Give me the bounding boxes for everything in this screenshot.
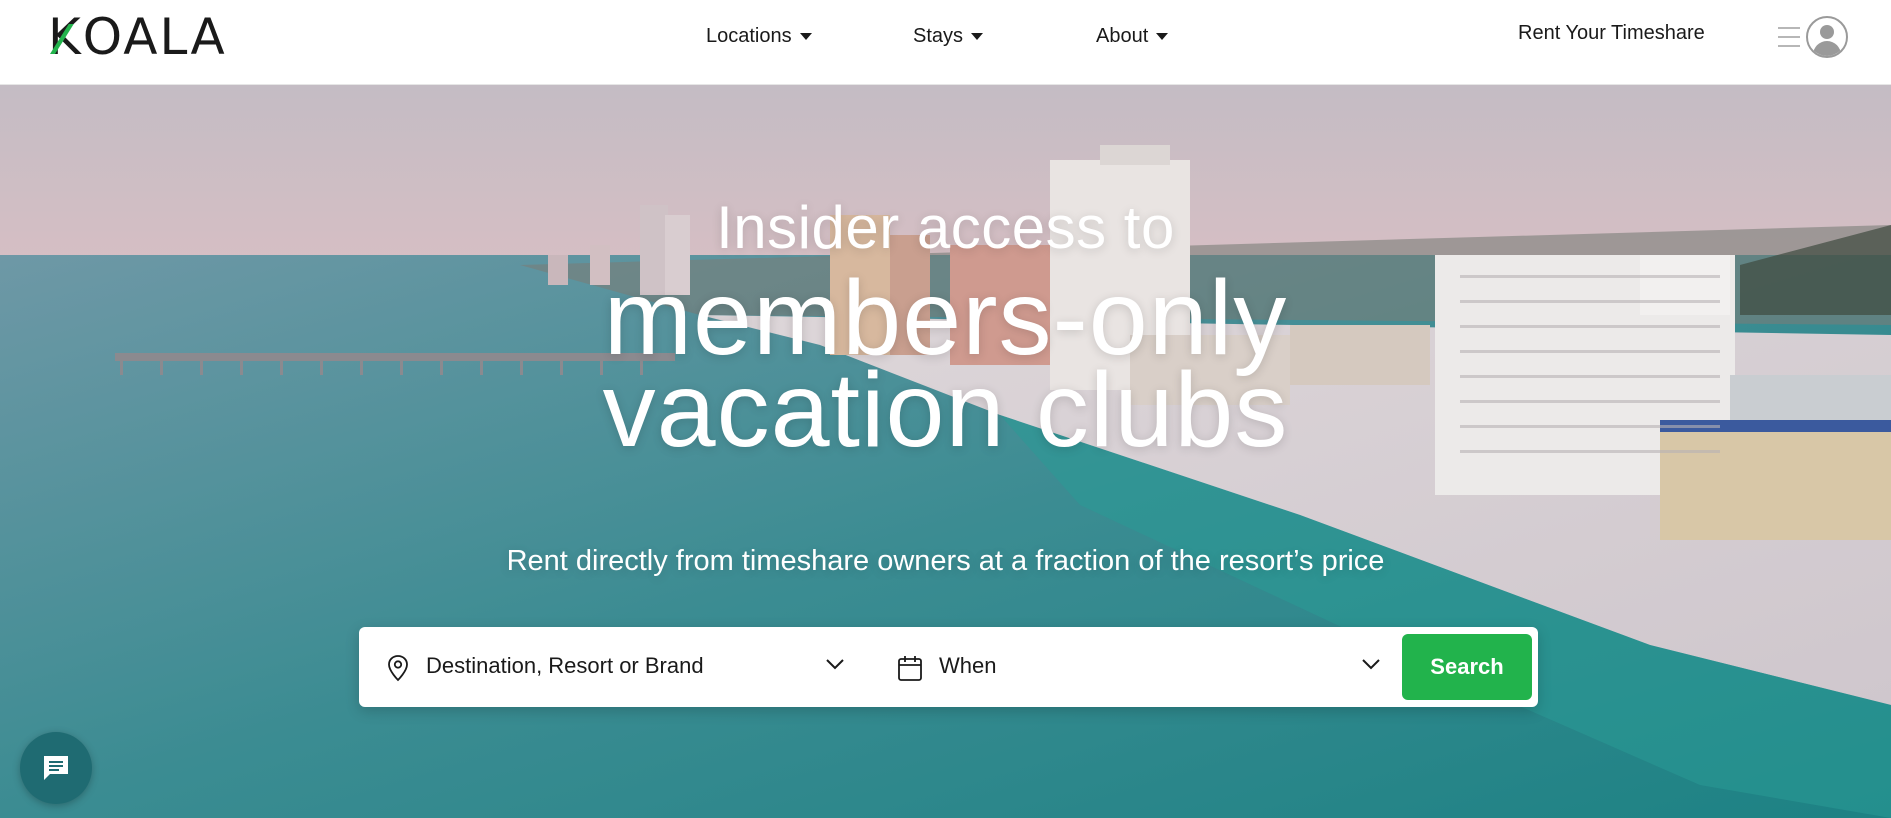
- koala-logo[interactable]: KOALA: [48, 12, 227, 62]
- hero-line-3: vacation clubs: [602, 351, 1289, 469]
- hero-line-1: Insider access to: [716, 194, 1175, 261]
- nav-about-label: About: [1096, 24, 1149, 47]
- rent-your-timeshare-link[interactable]: Rent Your Timeshare: [1518, 22, 1705, 45]
- chevron-down-icon: [1362, 659, 1380, 670]
- hero-section: Insider access to members-only vacation …: [0, 85, 1891, 818]
- nav-locations[interactable]: Locations: [706, 20, 812, 52]
- caret-down-icon: [1156, 32, 1169, 40]
- calendar-icon: [898, 656, 922, 681]
- chat-button[interactable]: [20, 732, 92, 804]
- chat-icon: [44, 756, 68, 780]
- site-header: KOALA Locations Stays About Rent Your Ti…: [0, 0, 1891, 85]
- destination-placeholder: Destination, Resort or Brand: [426, 653, 704, 678]
- hero-subtitle: Rent directly from timeshare owners at a…: [506, 545, 1385, 577]
- nav-stays-label: Stays: [913, 24, 964, 47]
- destination-dropdown[interactable]: Destination, Resort or Brand: [359, 627, 867, 707]
- user-menu-button[interactable]: [1778, 16, 1852, 58]
- chevron-down-icon: [826, 659, 844, 670]
- when-date-picker[interactable]: When: [891, 627, 1380, 707]
- map-pin-icon: [388, 655, 408, 682]
- logo-text: KOALA: [48, 12, 227, 62]
- when-placeholder: When: [939, 653, 997, 678]
- user-avatar-icon: [1806, 16, 1848, 58]
- nav-locations-label: Locations: [706, 24, 792, 47]
- hamburger-icon: [1778, 27, 1800, 47]
- nav-stays[interactable]: Stays: [913, 20, 984, 52]
- caret-down-icon: [971, 32, 984, 40]
- search-bar: Destination, Resort or Brand When Search: [359, 627, 1538, 707]
- nav-about[interactable]: About: [1096, 20, 1169, 52]
- search-button[interactable]: Search: [1402, 634, 1532, 700]
- caret-down-icon: [799, 32, 812, 40]
